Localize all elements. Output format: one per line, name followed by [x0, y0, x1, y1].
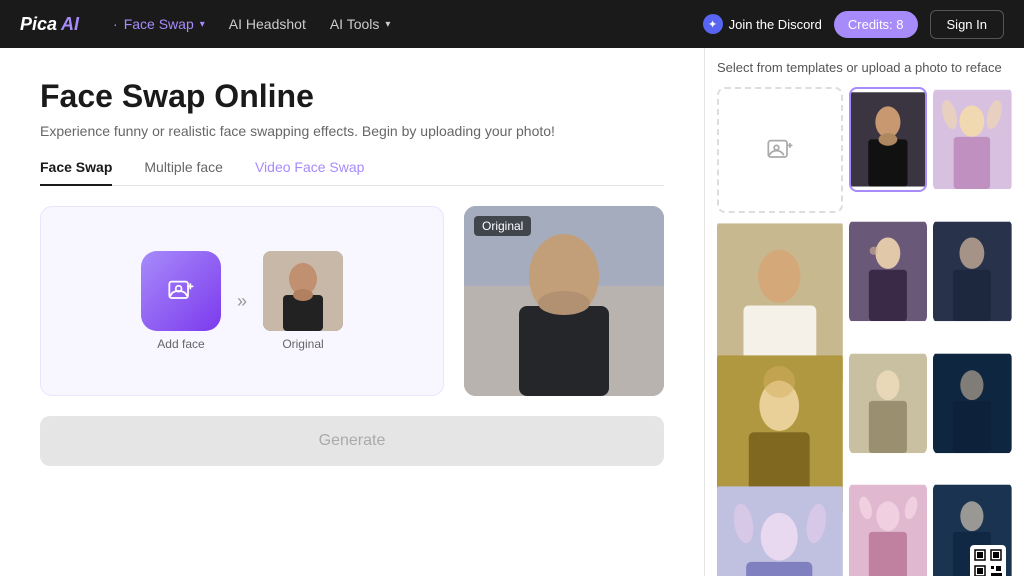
- tab-bar: Face Swap Multiple face Video Face Swap: [40, 159, 664, 186]
- template-item[interactable]: [933, 351, 1012, 456]
- original-badge: Original: [474, 216, 531, 236]
- chevron-down-icon: ▾: [200, 19, 205, 30]
- add-face-icon: [167, 277, 195, 305]
- qr-code: [970, 545, 1006, 576]
- add-face-column: Add face: [141, 251, 221, 351]
- template-item[interactable]: [933, 87, 1012, 192]
- signin-button[interactable]: Sign In: [930, 10, 1004, 39]
- template-image-8: [933, 351, 1012, 456]
- template-image-10: [849, 482, 928, 576]
- template-image-1: [851, 89, 926, 190]
- template-image-2: [933, 87, 1012, 192]
- original-thumbnail[interactable]: [263, 251, 343, 331]
- discord-button[interactable]: ✦ Join the Discord: [703, 14, 822, 34]
- nav-right: ✦ Join the Discord Credits: 8 Sign In: [703, 10, 1004, 39]
- template-item[interactable]: [933, 219, 1012, 324]
- template-item[interactable]: [849, 219, 928, 324]
- template-item[interactable]: [717, 482, 843, 576]
- chevron-down-icon-tools: ▾: [385, 19, 390, 30]
- original-label: Original: [282, 337, 323, 351]
- original-person-svg: [263, 251, 343, 331]
- qr-icon: [974, 549, 1002, 576]
- original-column: Original: [263, 251, 343, 351]
- logo-text: Pica: [20, 14, 57, 35]
- template-item[interactable]: [933, 482, 1012, 576]
- generate-button[interactable]: Generate: [40, 416, 664, 466]
- left-panel: Face Swap Online Experience funny or rea…: [0, 48, 704, 576]
- tab-video-face-swap[interactable]: Video Face Swap: [255, 159, 364, 185]
- panel-title: Select from templates or upload a photo …: [717, 60, 1012, 75]
- template-item[interactable]: [849, 482, 928, 576]
- template-image-7: [849, 351, 928, 456]
- page-title: Face Swap Online: [40, 78, 664, 115]
- template-item[interactable]: [849, 87, 928, 192]
- upload-image-icon: [766, 136, 794, 164]
- template-upload-button[interactable]: [717, 87, 843, 213]
- nav-ai-tools[interactable]: AI Tools ▾: [320, 12, 401, 36]
- right-panel: Select from templates or upload a photo …: [704, 48, 1024, 576]
- logo-ai: AI: [61, 14, 79, 35]
- template-image-4: [849, 219, 928, 324]
- add-face-button[interactable]: [141, 251, 221, 331]
- swap-area: Add face » Original: [40, 206, 664, 396]
- nav-face-swap[interactable]: Face Swap ▾: [103, 12, 215, 36]
- page-subtitle: Experience funny or realistic face swapp…: [40, 123, 664, 139]
- template-grid: Explore: [717, 87, 1012, 576]
- nav-links: Face Swap ▾ AI Headshot AI Tools ▾: [103, 12, 679, 36]
- tab-face-swap[interactable]: Face Swap: [40, 159, 112, 185]
- nav-ai-headshot[interactable]: AI Headshot: [219, 12, 316, 36]
- credits-button[interactable]: Credits: 8: [834, 11, 918, 38]
- logo[interactable]: Pica AI: [20, 14, 79, 35]
- template-item[interactable]: [849, 351, 928, 456]
- add-face-label: Add face: [157, 337, 204, 351]
- preview-image: Original: [464, 206, 664, 396]
- template-image-9: [717, 482, 843, 576]
- upload-items: Add face » Original: [141, 251, 343, 351]
- arrow-icon: »: [237, 291, 247, 312]
- face-upload-zone: Add face » Original: [40, 206, 444, 396]
- tab-multiple-face[interactable]: Multiple face: [144, 159, 223, 185]
- template-image-5: [933, 219, 1012, 324]
- discord-icon: ✦: [703, 14, 723, 34]
- main-layout: Face Swap Online Experience funny or rea…: [0, 48, 1024, 576]
- navbar: Pica AI Face Swap ▾ AI Headshot AI Tools…: [0, 0, 1024, 48]
